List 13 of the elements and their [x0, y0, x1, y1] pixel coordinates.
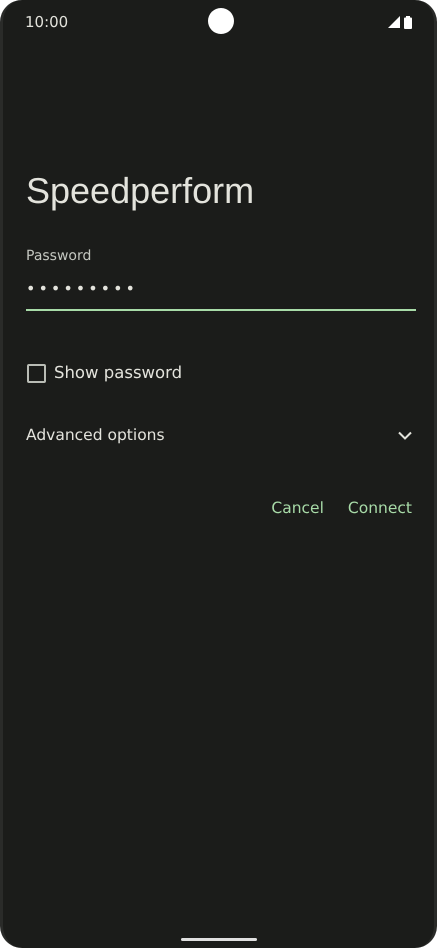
clock: 10:00	[25, 12, 68, 33]
field-label: Password	[26, 247, 92, 266]
checkbox-label[interactable]: Show password	[54, 361, 182, 386]
checkbox[interactable]	[27, 364, 46, 383]
dialog-title: Speedperform	[26, 169, 256, 213]
signal-icon	[388, 16, 400, 28]
camera-cutout	[208, 8, 234, 34]
battery-icon	[404, 16, 412, 28]
dialog-button[interactable]: Cancel	[264, 493, 331, 524]
advanced-options-toggle[interactable]: Advanced options	[26, 424, 165, 447]
dialog-button[interactable]: Connect	[340, 493, 419, 524]
password-field[interactable]: •••••••••	[26, 273, 416, 311]
chevron-down-icon[interactable]	[398, 430, 412, 440]
